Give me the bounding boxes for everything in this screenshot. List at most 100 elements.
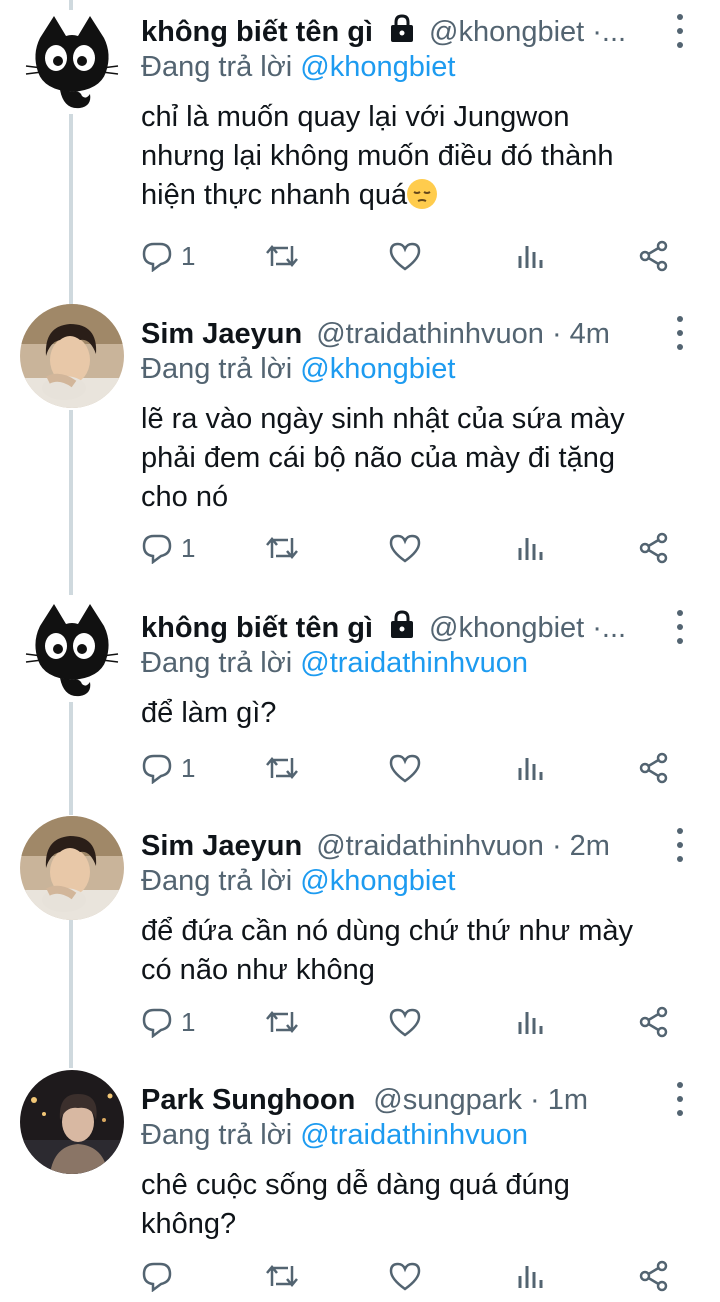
share-icon [639,752,668,784]
analytics-icon [518,758,543,780]
display-name[interactable]: Park Sunghoon [141,1084,355,1117]
share-icon [639,1006,668,1038]
replying-to: Đang trả lời @traidathinhvuon [141,1119,528,1152]
avatar[interactable] [20,598,124,702]
replying-to: Đang trả lời @khongbiet [141,51,455,84]
reply-button[interactable] [141,1256,181,1296]
share-button[interactable] [638,1256,670,1296]
avatar[interactable] [20,1070,124,1174]
display-name[interactable]: Sim Jaeyun [141,318,302,351]
more-options-icon[interactable] [670,828,690,862]
tweet-text: chê cuộc sống dễ dàng quá đúng không? [141,1166,701,1244]
like-icon [389,1008,421,1037]
retweet-icon [266,537,298,559]
tweet-actions [0,1256,720,1296]
reply-icon [142,1262,172,1292]
share-icon [639,532,668,564]
display-name[interactable]: không biết tên gì [141,612,373,645]
reply-button[interactable]: 1 [141,748,195,788]
more-options-icon[interactable] [670,1082,690,1116]
timestamp[interactable]: 4m [570,318,610,351]
tweet-header: Sim Jaeyun @traidathinhvuon · 2m [141,826,670,866]
avatar[interactable] [20,816,124,920]
pensive-face-emoji [407,179,438,209]
display-name[interactable]: không biết tên gì [141,16,373,49]
reply-icon [142,242,172,272]
like-icon [389,1262,421,1291]
share-icon [639,1260,668,1292]
replying-prefix: Đang trả lời [141,1119,293,1151]
avatar[interactable] [20,10,124,114]
reply-icon [142,1008,172,1038]
tweet-header: Sim Jaeyun @traidathinhvuon · 4m [141,314,670,354]
analytics-button[interactable] [516,1256,546,1296]
like-button[interactable] [388,748,422,788]
analytics-button[interactable] [516,528,546,568]
like-button[interactable] [388,1256,422,1296]
retweet-button[interactable] [264,236,300,276]
display-name[interactable]: Sim Jaeyun [141,830,302,863]
reply-count: 1 [181,532,196,563]
like-icon [389,754,421,783]
more-options-icon[interactable] [670,14,690,48]
tweet-actions: 1 [0,1002,720,1042]
text-line: cho nó [141,481,229,513]
like-button[interactable] [388,528,422,568]
retweet-button[interactable] [264,1002,300,1042]
reply-button[interactable]: 1 [141,1002,195,1042]
tweet-text: chỉ là muốn quay lại với Jungwon nhưng l… [141,98,701,215]
tweet-header: không biết tên gì @khongbiet ·... [141,608,670,648]
mention-link[interactable]: @traidathinhvuon [300,1119,528,1151]
handle[interactable]: @khongbiet ·... [429,16,626,49]
share-button[interactable] [638,748,670,788]
mention-link[interactable]: @khongbiet [300,51,455,83]
black-cat-avatar [20,10,124,114]
handle[interactable]: @traidathinhvuon [316,318,544,351]
analytics-button[interactable] [516,1002,546,1042]
mention-link[interactable]: @khongbiet [300,865,455,897]
tweet-header: không biết tên gì @khongbiet ·... [141,12,670,52]
photo-avatar-jaeyun [20,816,124,920]
more-options-icon[interactable] [670,316,690,350]
reply-count: 1 [181,752,196,783]
handle[interactable]: @khongbiet ·... [429,612,626,645]
like-button[interactable] [388,1002,422,1042]
replying-to: Đang trả lời @traidathinhvuon [141,647,528,680]
text-line: hiện thực nhanh quá [141,179,408,211]
retweet-button[interactable] [264,528,300,568]
retweet-button[interactable] [264,1256,300,1296]
tweet-header: Park Sunghoon @sungpark · 1m [141,1080,670,1120]
timestamp[interactable]: 2m [570,830,610,863]
timestamp[interactable]: 1m [548,1084,588,1117]
tweet-actions: 1 [0,236,720,276]
handle[interactable]: @sungpark [373,1084,522,1117]
handle[interactable]: @traidathinhvuon [316,830,544,863]
share-button[interactable] [638,1002,670,1042]
share-button[interactable] [638,236,670,276]
black-cat-avatar [20,598,124,702]
mention-link[interactable]: @khongbiet [300,353,455,385]
analytics-icon [518,538,543,560]
reply-button[interactable]: 1 [141,236,195,276]
text-line: lẽ ra vào ngày sinh nhật của sứa mày [141,403,625,435]
reply-button[interactable]: 1 [141,528,195,568]
like-icon [389,534,421,563]
reply-count: 1 [181,1006,196,1037]
text-line: không? [141,1208,237,1240]
photo-avatar-sunghoon [20,1070,124,1174]
analytics-button[interactable] [516,748,546,788]
share-button[interactable] [638,528,670,568]
tweet-text: lẽ ra vào ngày sinh nhật của sứa mày phả… [141,400,701,517]
avatar[interactable] [20,304,124,408]
text-line: chỉ là muốn quay lại với Jungwon [141,101,570,133]
retweet-button[interactable] [264,748,300,788]
reply-icon [142,754,172,784]
reply-count: 1 [181,240,196,271]
mention-link[interactable]: @traidathinhvuon [300,647,528,679]
thread-line [69,920,73,1068]
analytics-icon [518,1266,543,1288]
like-button[interactable] [388,236,422,276]
analytics-button[interactable] [516,236,546,276]
tweet-actions: 1 [0,748,720,788]
more-options-icon[interactable] [670,610,690,644]
